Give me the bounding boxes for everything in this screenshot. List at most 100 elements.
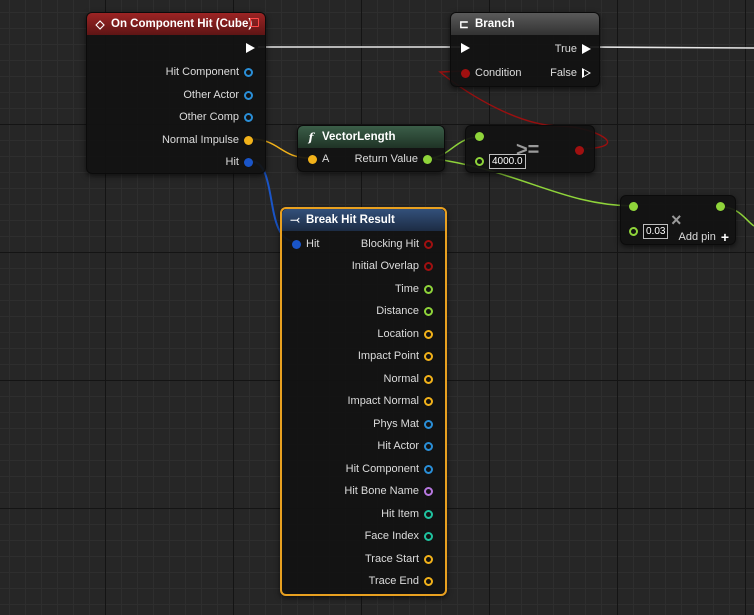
break-pin-normal[interactable]: Normal [384, 373, 433, 385]
vector-pin-icon[interactable] [424, 329, 433, 339]
struct-pin-icon[interactable] [244, 157, 253, 167]
pin-normal-impulse[interactable]: Normal Impulse [162, 134, 253, 146]
object-pin-icon[interactable] [244, 112, 253, 122]
exec-in-pin-icon[interactable] [461, 43, 470, 53]
pin-other-comp[interactable]: Other Comp [179, 111, 253, 123]
event-exec-out[interactable] [246, 43, 255, 53]
float-pin-icon[interactable] [475, 132, 484, 141]
vectorlength-node-header[interactable]: f VectorLength [298, 126, 444, 148]
break-pin-phys-mat[interactable]: Phys Mat [373, 418, 433, 430]
add-pin-label: Add pin [678, 231, 716, 243]
break-pin-hit-bone-name[interactable]: Hit Bone Name [344, 485, 433, 497]
multiply-symbol: × [671, 210, 682, 230]
exec-false-pin-icon[interactable] [582, 68, 591, 78]
branch-node-header[interactable]: ⊏ Branch [451, 13, 599, 35]
break-hit-result-node[interactable]: ⤙ Break Hit Result Hit Blocking Hit Init… [280, 207, 447, 596]
bool-pin-icon[interactable] [461, 68, 470, 78]
pin-label: Impact Normal [347, 395, 419, 407]
pin-label: Normal [383, 373, 419, 385]
float-pin-icon[interactable] [629, 227, 638, 236]
pin-label: Distance [376, 305, 419, 317]
pin-label: Impact Point [357, 350, 419, 362]
pin-label: False [550, 67, 577, 79]
break-pin-blocking-hit[interactable]: Blocking Hit [361, 238, 433, 250]
event-node-header[interactable]: ◇ On Component Hit (Cube) [87, 13, 265, 35]
pin-return-value[interactable]: Return Value [355, 153, 432, 165]
float-pin-icon[interactable] [475, 157, 484, 166]
compare-pin-a[interactable] [475, 132, 484, 141]
break-pin-hit-component[interactable]: Hit Component [346, 463, 433, 475]
vector-pin-icon[interactable] [424, 374, 433, 384]
break-pin-hit-actor[interactable]: Hit Actor [377, 440, 433, 452]
multiply-pin-out[interactable] [716, 202, 725, 211]
int-pin-icon[interactable] [424, 531, 433, 541]
break-pin-time[interactable]: Time [395, 283, 433, 295]
object-pin-icon[interactable] [424, 464, 433, 474]
vectorlength-node-title: VectorLength [322, 131, 396, 143]
vector-pin-icon[interactable] [424, 554, 433, 564]
break-pin-location[interactable]: Location [377, 328, 433, 340]
bool-pin-icon[interactable] [424, 239, 433, 249]
plus-icon[interactable]: + [721, 229, 729, 245]
vectorlength-node[interactable]: f VectorLength A Return Value [297, 125, 445, 172]
compare-value-input[interactable]: 4000.0 [489, 154, 526, 169]
float-pin-icon[interactable] [424, 306, 433, 316]
int-pin-icon[interactable] [424, 509, 433, 519]
compare-pin-b[interactable]: 4000.0 [475, 154, 526, 169]
break-pin-trace-start[interactable]: Trace Start [365, 553, 433, 565]
struct-pin-icon[interactable] [292, 239, 301, 249]
exec-wire-true-out[interactable] [589, 46, 754, 49]
vector-pin-icon[interactable] [308, 154, 317, 164]
float-pin-icon[interactable] [423, 154, 432, 164]
vector-pin-icon[interactable] [424, 396, 433, 406]
bool-pin-icon[interactable] [424, 261, 433, 271]
break-node-header[interactable]: ⤙ Break Hit Result [282, 209, 445, 231]
object-pin-icon[interactable] [424, 419, 433, 429]
vector-pin-icon[interactable] [424, 576, 433, 586]
event-node-on-component-hit[interactable]: ◇ On Component Hit (Cube) Hit Component … [86, 12, 266, 174]
pin-condition[interactable]: Condition [461, 67, 521, 79]
float-pin-icon[interactable] [629, 202, 638, 211]
float-pin-icon[interactable] [424, 284, 433, 294]
add-pin-button[interactable]: Add pin + [679, 229, 730, 245]
object-pin-icon[interactable] [244, 90, 253, 100]
pin-hit-component[interactable]: Hit Component [166, 66, 253, 78]
break-pin-hit[interactable]: Hit [292, 238, 319, 250]
break-pin-impact-normal[interactable]: Impact Normal [347, 395, 433, 407]
object-pin-icon[interactable] [244, 67, 253, 77]
pin-true[interactable]: True [555, 43, 591, 55]
pin-false[interactable]: False [550, 67, 591, 79]
exec-out-pin-icon[interactable] [246, 43, 255, 53]
pin-a[interactable]: A [308, 153, 329, 165]
pin-other-actor[interactable]: Other Actor [183, 89, 253, 101]
multiply-node[interactable]: × 0.03 Add pin + [620, 195, 736, 245]
event-diamond-icon: ◇ [95, 19, 105, 31]
pin-hit[interactable]: Hit [226, 156, 253, 168]
multiply-pin-a[interactable] [629, 202, 638, 211]
break-pin-impact-point[interactable]: Impact Point [358, 350, 433, 362]
multiply-value-input[interactable]: 0.03 [643, 224, 669, 239]
pin-label: Face Index [364, 530, 419, 542]
pin-label: Hit Component [165, 66, 239, 78]
compare-pin-out[interactable] [575, 146, 584, 155]
name-pin-icon[interactable] [424, 486, 433, 496]
break-pin-distance[interactable]: Distance [376, 305, 433, 317]
pin-label: Condition [475, 67, 522, 79]
event-delegate-icon[interactable] [250, 18, 259, 27]
break-pin-trace-end[interactable]: Trace End [369, 575, 433, 587]
float-pin-icon[interactable] [716, 202, 725, 211]
break-pin-initial-overlap[interactable]: Initial Overlap [352, 260, 433, 272]
break-pin-hit-item[interactable]: Hit Item [381, 508, 433, 520]
exec-true-pin-icon[interactable] [582, 44, 591, 54]
multiply-pin-b[interactable]: 0.03 [629, 224, 669, 239]
vector-pin-icon[interactable] [424, 351, 433, 361]
pin-label: Trace Start [365, 553, 419, 565]
pin-label: A [322, 153, 330, 165]
bool-pin-icon[interactable] [575, 146, 584, 155]
break-pin-face-index[interactable]: Face Index [365, 530, 433, 542]
branch-exec-in[interactable] [461, 43, 470, 53]
object-pin-icon[interactable] [424, 441, 433, 451]
vector-pin-icon[interactable] [244, 135, 253, 145]
compare-node[interactable]: >= 4000.0 [465, 125, 595, 173]
branch-node[interactable]: ⊏ Branch Condition True False [450, 12, 600, 87]
